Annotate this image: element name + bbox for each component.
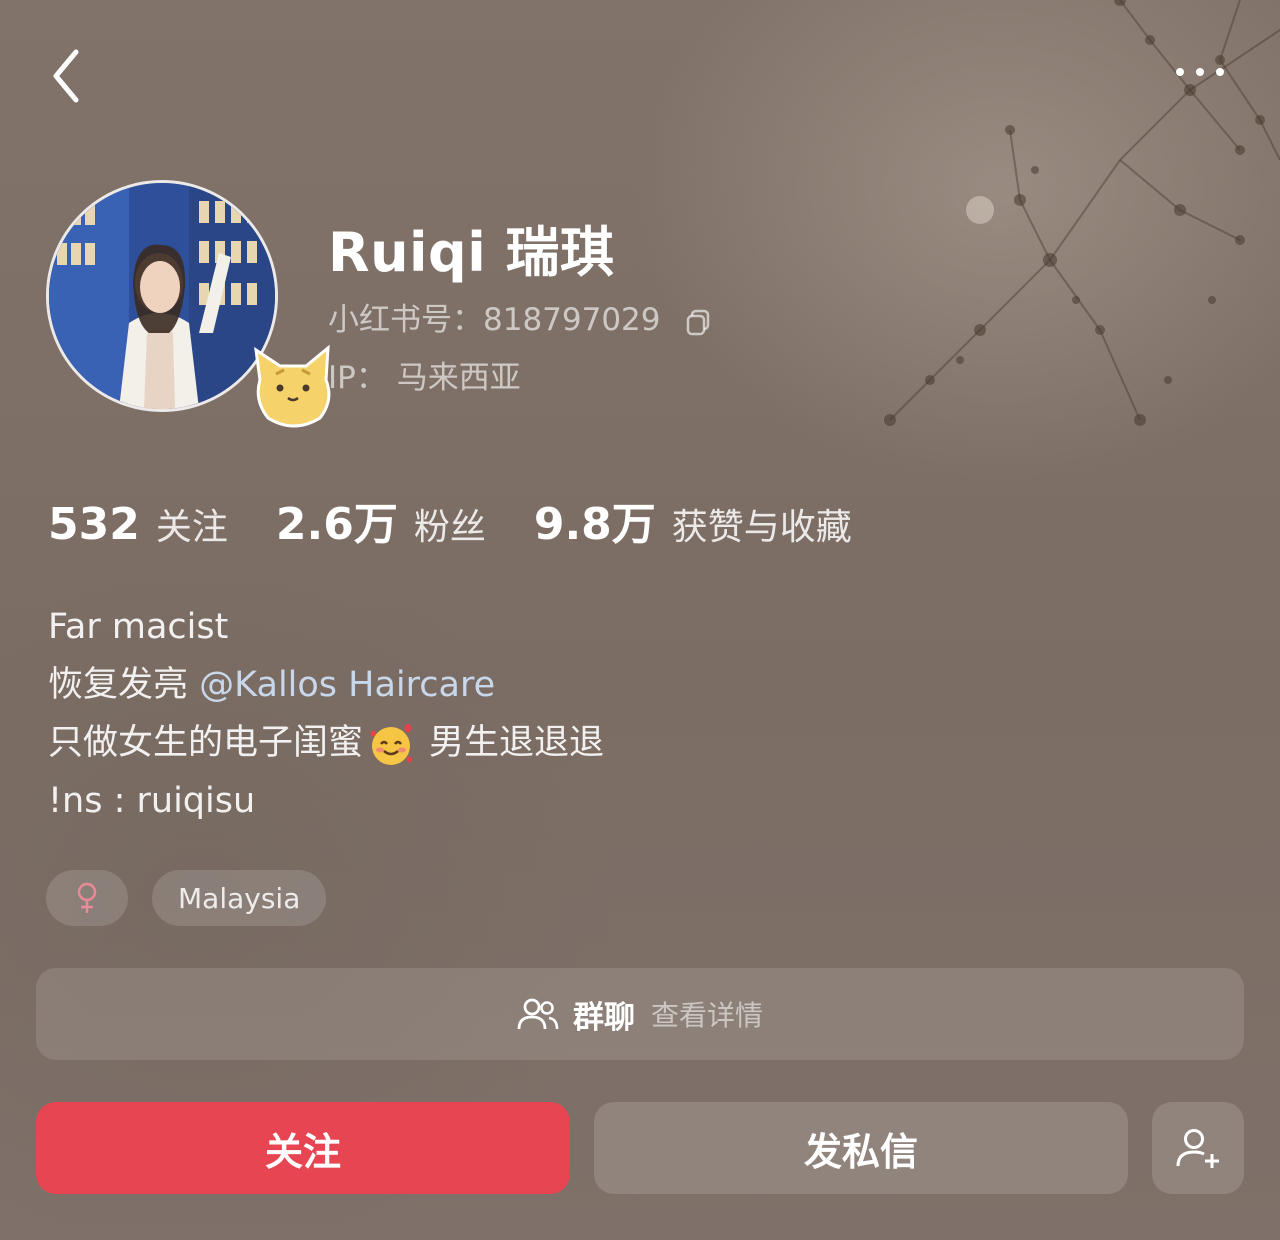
bio-line-2: 恢复发亮 @Kallos Haircare xyxy=(48,656,604,714)
stat-following-value: 532 xyxy=(48,499,140,550)
follow-button[interactable]: 关注 xyxy=(36,1102,570,1194)
avatar-photo xyxy=(49,183,275,409)
follow-button-label: 关注 xyxy=(264,1129,341,1174)
profile-ip: IP： 马来西亚 xyxy=(328,360,521,396)
bio-mention-link[interactable]: @Kallos Haircare xyxy=(199,665,495,705)
stat-following[interactable]: 532 关注 xyxy=(48,498,228,550)
profile-id-row: 小红书号：818797029 xyxy=(328,294,714,339)
stats-row: 532 关注 2.6万 粉丝 9.8万 获赞与收藏 xyxy=(48,488,900,552)
back-button[interactable] xyxy=(40,40,96,110)
bio-line-3-suffix: 男生退退退 xyxy=(429,723,605,763)
chevron-left-icon xyxy=(53,49,79,103)
profile-name: Ruiqi 瑞琪 xyxy=(328,221,615,284)
message-button[interactable]: 发私信 xyxy=(594,1102,1128,1194)
stat-followers-value: 2.6万 xyxy=(275,499,398,550)
group-chat-button[interactable]: 群聊 查看详情 xyxy=(36,968,1244,1060)
bio-line-2-text: 恢复发亮 xyxy=(48,665,189,705)
message-button-label: 发私信 xyxy=(803,1129,918,1174)
location-tag: Malaysia xyxy=(152,870,327,926)
stat-following-label: 关注 xyxy=(155,507,228,548)
add-friend-button[interactable] xyxy=(1152,1102,1244,1194)
more-options-button[interactable] xyxy=(1160,48,1240,96)
bio-line-3-text: 只做女生的电子闺蜜 xyxy=(48,723,364,763)
stat-followers[interactable]: 2.6万 粉丝 xyxy=(276,488,486,552)
profile-tags: Malaysia xyxy=(46,870,350,926)
stat-likes[interactable]: 9.8万 获赞与收藏 xyxy=(534,488,852,552)
bio-line-1: Far macist xyxy=(48,607,229,647)
stat-likes-label: 获赞与收藏 xyxy=(671,507,852,548)
female-icon xyxy=(77,882,97,913)
smiling-face-with-hearts-icon xyxy=(370,724,413,765)
group-chat-subtitle: 查看详情 xyxy=(650,999,763,1032)
stat-likes-value: 9.8万 xyxy=(533,499,656,550)
gender-tag xyxy=(46,870,128,926)
group-users-icon xyxy=(517,998,559,1030)
profile-id: 小红书号：818797029 xyxy=(328,302,661,338)
bio-line-4: !ns : ruiqisu xyxy=(48,781,256,821)
more-dots-icon xyxy=(1176,68,1224,76)
group-chat-title: 群聊 xyxy=(572,999,635,1036)
stat-followers-label: 粉丝 xyxy=(413,507,486,548)
bio-line-3: 只做女生的电子闺蜜 男生退退退 xyxy=(48,714,604,772)
bio: Far macist 恢复发亮 @Kallos Haircare 只做女生的电子… xyxy=(48,598,604,830)
avatar[interactable] xyxy=(46,180,331,428)
copy-icon[interactable] xyxy=(684,307,714,337)
add-user-icon xyxy=(1176,1129,1219,1168)
